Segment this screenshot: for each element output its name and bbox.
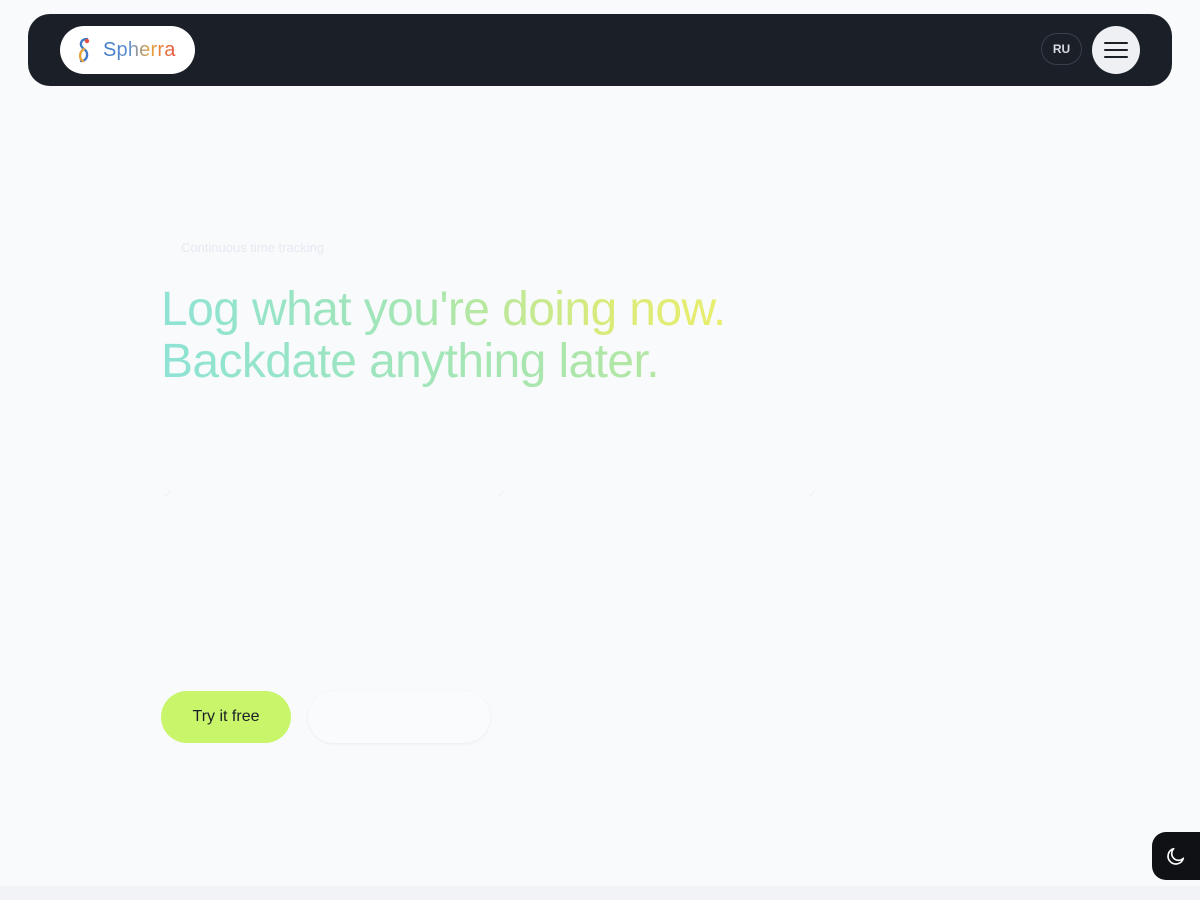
brand-logo-link[interactable]: Spherra [60,26,195,74]
checkmark-icon: ✓ [807,487,818,501]
theme-toggle-button[interactable] [1152,832,1200,880]
hamburger-menu-icon [1104,42,1128,58]
feature-checklist: ✓ ✓ ✓ [0,487,1200,507]
page: Spherra RU Continuous time tracking Log … [0,0,1200,900]
spherra-logo-icon [78,37,90,63]
try-free-button[interactable]: Try it free [161,691,291,743]
language-switch-button[interactable]: RU [1041,33,1082,65]
hero-title-line-2: Backdate anything later. [161,336,726,388]
hero-title: Log what you're doing now. Backdate anyt… [161,284,726,388]
hero-title-line-1: Log what you're doing now. [161,283,726,336]
moon-icon [1167,847,1185,865]
hero-eyebrow: Continuous time tracking [181,240,325,255]
secondary-cta-button[interactable] [308,691,490,743]
section-divider [0,886,1200,900]
checkmark-icon: ✓ [163,487,174,501]
menu-button[interactable] [1092,26,1140,74]
top-navigation-bar: Spherra RU [28,14,1172,86]
brand-name: Spherra [103,38,176,61]
checkmark-icon: ✓ [496,487,507,501]
